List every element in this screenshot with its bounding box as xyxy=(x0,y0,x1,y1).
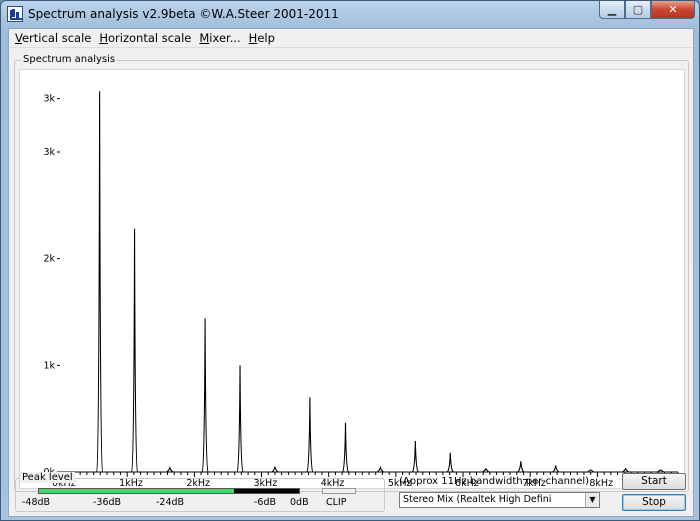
menu-vertical-scale-label: ertical scale xyxy=(21,31,92,45)
meter-tick-6db: -6dB xyxy=(254,497,277,508)
window-title: Spectrum analysis v2.9beta ©W.A.Steer 20… xyxy=(28,7,339,21)
spectrum-peak xyxy=(552,465,560,473)
app-window: Spectrum analysis v2.9beta ©W.A.Steer 20… xyxy=(0,0,700,521)
spectrum-peak xyxy=(517,461,525,473)
y-tick-label: 2k xyxy=(43,254,55,265)
x-tick-label: 8kHz xyxy=(589,478,613,488)
meter-tick-clip: CLIP xyxy=(326,497,347,508)
input-source-select[interactable]: Stereo Mix (Realtek High Defini ▼ xyxy=(399,492,600,508)
spectrum-peak xyxy=(201,318,209,473)
spectrum-peak xyxy=(306,397,314,473)
spectrum-peak xyxy=(271,466,279,473)
clip-indicator xyxy=(322,488,356,494)
spectrum-peak xyxy=(236,365,244,473)
y-tick-label: 3k xyxy=(43,94,55,105)
meter-tick-48db: -48dB xyxy=(22,497,51,508)
y-tick-label: 3k xyxy=(43,147,55,158)
spectrum-group-label: Spectrum analysis xyxy=(21,54,118,65)
minimize-button[interactable]: ▁ xyxy=(599,1,625,19)
spectrum-peak xyxy=(96,91,104,473)
meter-tick-24db: -24dB xyxy=(156,497,185,508)
title-bar[interactable]: Spectrum analysis v2.9beta ©W.A.Steer 20… xyxy=(1,1,699,27)
peak-level-label: Peak level xyxy=(20,472,75,483)
menu-mixer[interactable]: Mixer... xyxy=(195,31,244,45)
close-button[interactable]: ✕ xyxy=(651,1,695,19)
bandwidth-text: (Approx 11Hz bandwidth per channel) xyxy=(399,476,590,487)
peak-level-fill xyxy=(39,489,234,493)
spectrum-group: Spectrum analysis 0kHz 1kHz 2kHz 3kHz 4kHz 5k… xyxy=(14,54,689,492)
menu-mixer-label: ixer... xyxy=(209,31,241,45)
spectrum-chart: 0kHz1kHz2kHz3kHz4kHz5kHz6kHz7kHz8kHz9kHz… xyxy=(43,91,680,488)
spectrum-peak xyxy=(166,465,174,473)
stop-button[interactable]: Stop xyxy=(622,494,686,511)
spectrum-app-icon[interactable] xyxy=(7,6,23,22)
menu-horizontal-scale[interactable]: Horizontal scale xyxy=(95,31,195,45)
menu-help-label: elp xyxy=(257,31,275,45)
spectrum-peak xyxy=(377,465,384,473)
input-source-value: Stereo Mix (Realtek High Defini xyxy=(403,494,552,505)
peak-level-meter xyxy=(38,488,300,494)
meter-tick-36db: -36dB xyxy=(93,497,122,508)
menu-vertical-scale[interactable]: Vertical scale xyxy=(11,31,95,45)
menu-horizontal-scale-mnemonic: H xyxy=(99,31,108,45)
menu-vertical-scale-mnemonic: V xyxy=(15,31,22,45)
menu-bar: Vertical scale Horizontal scale Mixer...… xyxy=(9,29,693,48)
spectrum-plot: 0kHz1kHz2kHz3kHz4kHz5kHz6kHz7kHz8kHz9kHz… xyxy=(19,69,685,489)
maximize-button[interactable]: ▢ xyxy=(625,1,651,19)
spectrum-peak xyxy=(341,422,349,473)
peak-level-group: Peak level -48dB -36dB -24dB -6dB 0dB CL… xyxy=(15,472,385,512)
menu-mixer-mnemonic: M xyxy=(199,31,210,45)
meter-tick-0db: 0dB xyxy=(290,497,309,508)
window-controls: ▁ ▢ ✕ xyxy=(599,1,695,19)
spectrum-peak xyxy=(446,452,454,473)
menu-help[interactable]: Help xyxy=(245,31,279,45)
client-area: Vertical scale Horizontal scale Mixer...… xyxy=(8,28,694,517)
spectrum-peak xyxy=(411,441,419,473)
menu-horizontal-scale-label: orizontal scale xyxy=(108,31,192,45)
dropdown-arrow-icon[interactable]: ▼ xyxy=(585,493,599,507)
start-button[interactable]: Start xyxy=(622,473,686,490)
y-tick-label: 1k xyxy=(43,360,55,371)
spectrum-peak xyxy=(131,228,139,473)
